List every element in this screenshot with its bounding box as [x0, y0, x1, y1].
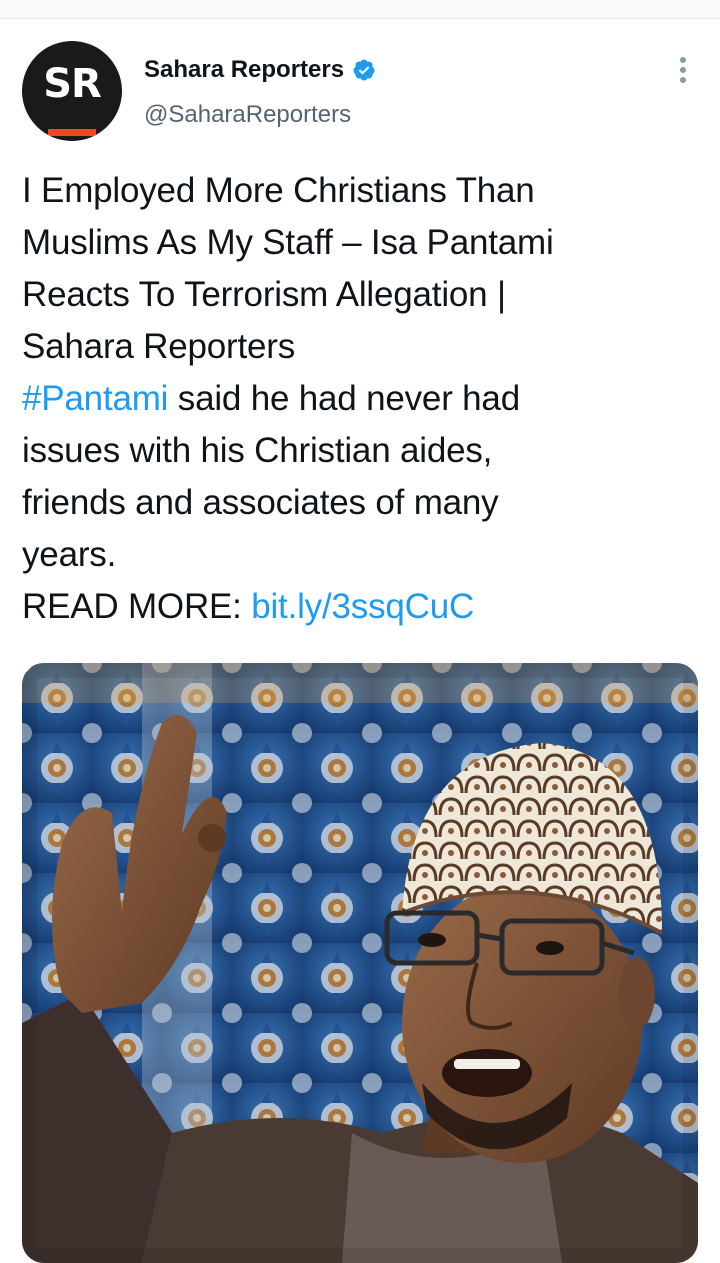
- headline-line: Muslims As My Staff – Isa Pantami: [22, 223, 554, 262]
- avatar[interactable]: SR: [22, 41, 122, 141]
- photo-illustration: [22, 663, 698, 1263]
- account-name-row: Sahara Reporters: [144, 55, 376, 85]
- tweet-photo[interactable]: [22, 663, 698, 1263]
- headline-line: Reacts To Terrorism Allegation |: [22, 275, 506, 314]
- avatar-logo-text: SR: [43, 61, 102, 107]
- body-line: #Pantami said he had never had: [22, 373, 702, 425]
- body-line: years.: [22, 535, 117, 574]
- body-line: friends and associates of many: [22, 483, 499, 522]
- account-handle[interactable]: @SaharaReporters: [144, 101, 351, 129]
- article-link[interactable]: bit.ly/3ssqCuC: [251, 587, 474, 626]
- tweet-text: I Employed More Christians Than Muslims …: [22, 165, 702, 633]
- headline-line: I Employed More Christians Than: [22, 171, 535, 210]
- read-more-label: READ MORE:: [22, 587, 252, 626]
- hashtag-link[interactable]: #Pantami: [22, 379, 168, 418]
- body-text-rest: said he had never had: [168, 379, 520, 418]
- avatar-logo-bar: [48, 129, 96, 136]
- more-options-icon[interactable]: [668, 53, 698, 89]
- tweet-card[interactable]: SR Sahara Reporters @SaharaReporters I E…: [0, 19, 720, 1263]
- display-name[interactable]: Sahara Reporters: [144, 56, 344, 84]
- top-divider: [0, 0, 720, 19]
- body-line: issues with his Christian aides,: [22, 431, 493, 470]
- headline-line: Sahara Reporters: [22, 327, 296, 366]
- verified-badge-icon: [353, 59, 375, 81]
- read-more-line: READ MORE: bit.ly/3ssqCuC: [22, 581, 702, 633]
